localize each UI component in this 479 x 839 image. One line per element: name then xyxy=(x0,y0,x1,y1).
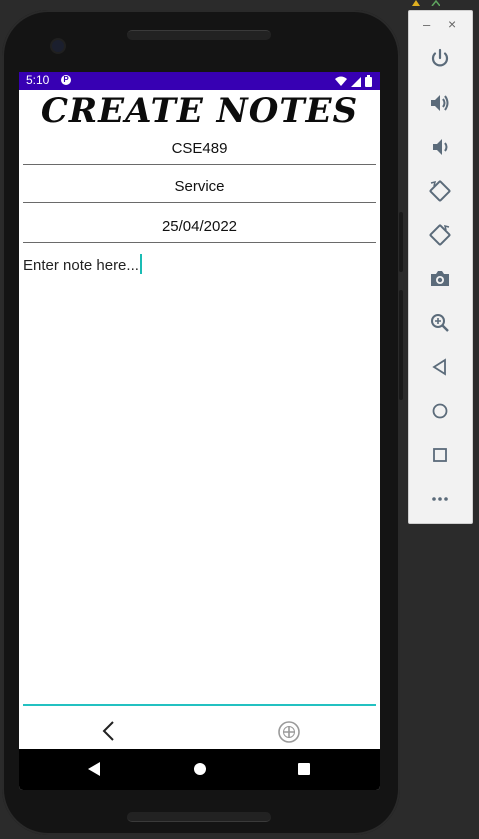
subject-field[interactable]: CSE489 xyxy=(23,134,376,165)
overview-icon[interactable] xyxy=(428,443,452,467)
emulator-panel-header: – × xyxy=(409,11,472,41)
minimize-button[interactable]: – xyxy=(423,17,430,32)
wifi-icon xyxy=(335,76,347,86)
note-underline xyxy=(23,704,376,706)
app-screen: 5:10 P CREATE NOTES CSE489 Service 25/04… xyxy=(19,72,380,790)
bottom-actions xyxy=(19,717,380,747)
back-icon[interactable] xyxy=(428,355,452,379)
status-icons xyxy=(335,75,372,87)
home-icon[interactable] xyxy=(428,399,452,423)
signal-icon xyxy=(351,76,361,87)
android-nav-bar xyxy=(19,749,380,790)
more-icon[interactable] xyxy=(428,487,452,511)
front-camera-icon xyxy=(52,40,64,52)
app-notification-icon: P xyxy=(61,75,71,85)
note-placeholder: Enter note here... xyxy=(23,257,139,274)
status-time: 5:10 xyxy=(26,73,50,87)
note-input[interactable]: Enter note here... xyxy=(23,254,376,704)
camera-icon[interactable] xyxy=(428,267,452,291)
volume-up-icon[interactable] xyxy=(428,91,452,115)
date-field[interactable]: 25/04/2022 xyxy=(23,212,376,243)
add-circle-icon[interactable] xyxy=(277,720,301,744)
nav-home-icon[interactable] xyxy=(190,759,210,779)
battery-icon xyxy=(365,75,372,87)
power-icon[interactable] xyxy=(428,47,452,71)
volume-down-icon[interactable] xyxy=(428,135,452,159)
category-field[interactable]: Service xyxy=(23,172,376,203)
nav-recents-icon[interactable] xyxy=(294,759,314,779)
chevron-left-icon[interactable] xyxy=(99,720,119,742)
phone-power-button xyxy=(399,212,403,272)
emulator-control-panel: – × xyxy=(408,10,473,524)
phone-speaker xyxy=(127,30,271,40)
close-button[interactable]: × xyxy=(448,16,456,32)
page-title: CREATE NOTES xyxy=(40,91,359,131)
phone-bottom-speaker xyxy=(127,812,271,822)
nav-back-icon[interactable] xyxy=(85,759,105,779)
text-cursor xyxy=(139,254,142,274)
zoom-icon[interactable] xyxy=(428,311,452,335)
warning-icon xyxy=(412,0,440,6)
status-bar: 5:10 P xyxy=(19,72,380,90)
rotate-left-icon[interactable] xyxy=(428,179,452,203)
phone-volume-button xyxy=(399,290,403,400)
rotate-right-icon[interactable] xyxy=(428,223,452,247)
